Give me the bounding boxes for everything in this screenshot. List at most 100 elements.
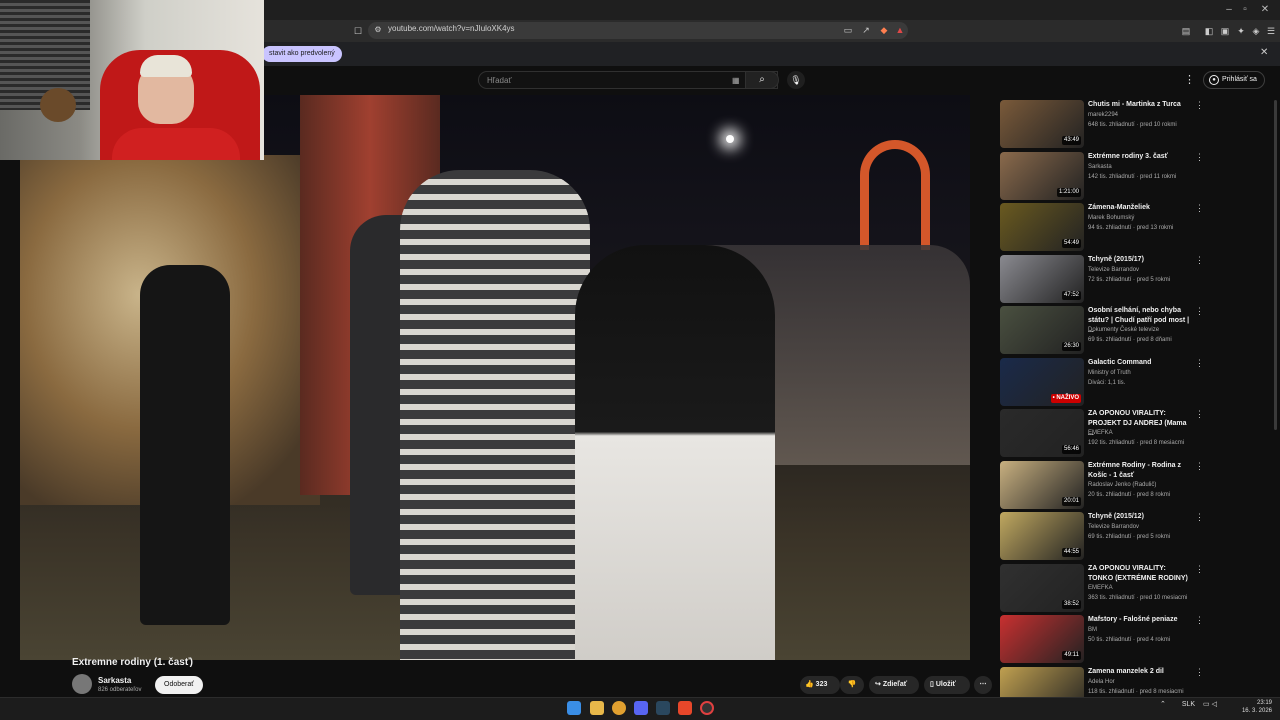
clock[interactable]: 23:19 16. 3. 2026 (1236, 699, 1272, 715)
recommendation-channel[interactable]: EMEFKA (1088, 584, 1113, 593)
discord-icon[interactable] (634, 701, 648, 715)
more-options-icon[interactable]: ⋮ (1195, 564, 1204, 574)
scrollbar-thumb[interactable] (1274, 100, 1277, 430)
close-infobar-icon[interactable]: ✕ (1260, 47, 1268, 58)
recommendation-channel[interactable]: BM (1088, 626, 1097, 635)
recommendation-item[interactable]: 47:52 Tchyně (2015/17) Televize Barrandov 7… (1000, 254, 1204, 303)
recommendation-thumbnail[interactable]: 56:46 (1000, 409, 1084, 457)
recommendation-channel[interactable]: Ministry of Truth (1088, 369, 1131, 378)
recommendation-item[interactable]: 56:46 ZA OPONOU VIRALITY: PROJEKT DJ ANDR… (1000, 409, 1204, 457)
more-options-icon[interactable]: ⋮ (1195, 306, 1204, 316)
share-page-icon[interactable]: ↗ (860, 24, 872, 36)
recommendation-thumbnail[interactable]: 47:52 (1000, 254, 1084, 303)
video-player[interactable] (20, 95, 970, 660)
recommendation-title[interactable]: Mafstory - Falošné peniaze (1088, 615, 1192, 625)
share-button[interactable]: ↪ Zdieľať (869, 676, 919, 694)
steam-icon[interactable] (656, 701, 670, 715)
recommendation-title[interactable]: Extrémne rodiny 3. časť (1088, 152, 1192, 162)
recommendation-title[interactable]: Galactic Command (1088, 358, 1192, 368)
recommendation-item[interactable]: 43:49 Chutis mi - Martinka z Turca marek22… (1000, 100, 1204, 148)
site-info-icon[interactable]: ⚙ (372, 24, 384, 36)
subscribe-button[interactable]: Odoberať (155, 676, 203, 694)
recommendation-channel[interactable]: Dokumenty České televize (1088, 326, 1159, 335)
more-options-icon[interactable]: ⋮ (1195, 203, 1204, 213)
recommendation-thumbnail[interactable]: 49:11 (1000, 615, 1084, 663)
recommendation-item[interactable]: 38:52 ZA OPONOU VIRALITY: TONKO (EXTRÉMNE… (1000, 563, 1204, 612)
close-window-icon[interactable]: ✕ (1258, 3, 1272, 17)
recommendation-channel[interactable]: Sarkasta (1088, 163, 1112, 172)
recommendation-title[interactable]: Zámena-Manželiek (1088, 203, 1192, 213)
recommendation-item[interactable]: 26:30 Osobní selhání, nebo chyba státu? |… (1000, 306, 1204, 354)
set-default-button[interactable]: stavit ako predvolený (262, 46, 342, 62)
like-button[interactable]: 👍 323 (800, 676, 840, 694)
recommendation-thumbnail[interactable]: 54:49 (1000, 203, 1084, 251)
reading-list-icon[interactable]: ▤ (1180, 25, 1192, 37)
more-actions-button[interactable]: ⋯ (974, 676, 992, 694)
recommendation-channel[interactable]: Marek Bohumský (1088, 214, 1134, 223)
recommendation-channel[interactable]: marek2294 (1088, 111, 1118, 120)
more-options-icon[interactable]: ⋮ (1195, 358, 1204, 368)
cast-icon[interactable]: ▭ (842, 24, 854, 36)
more-options-icon[interactable]: ⋮ (1195, 667, 1204, 677)
recommendation-channel[interactable]: Televize Barrandov (1088, 523, 1139, 532)
volume-icon[interactable]: ◁ (1212, 701, 1217, 708)
bookmark-icon[interactable]: ☐ (352, 25, 364, 37)
voice-search-button[interactable]: 🎙 (787, 71, 805, 89)
recommendation-thumbnail[interactable]: 1:21:00 (1000, 151, 1084, 200)
minimize-icon[interactable]: – (1222, 3, 1236, 17)
keyboard-icon[interactable]: ▦ (732, 76, 740, 85)
recommendation-item[interactable]: 20:01 Extrémne Rodiny - Rodina z Košíc - … (1000, 460, 1204, 509)
recommendation-item[interactable]: 44:55 Tchyně (2015/12) Televize Barrandov 6… (1000, 512, 1204, 560)
wallet-icon[interactable]: ▣ (1219, 25, 1231, 37)
sign-in-button[interactable]: ● Prihlásiť sa (1203, 71, 1265, 89)
more-options-icon[interactable]: ⋮ (1195, 512, 1204, 522)
url-box[interactable]: ⚙ youtube.com/watch?v=nJIuloXK4ys ▭ ↗ ◆ … (368, 22, 908, 39)
tray-chevron-icon[interactable]: ⌃ (1160, 701, 1166, 708)
channel-avatar[interactable] (72, 674, 92, 694)
recommendation-channel[interactable]: Televize Barrandov (1088, 266, 1139, 275)
maximize-icon[interactable]: ▫ (1238, 3, 1252, 17)
recommendation-title[interactable]: Extrémne Rodiny - Rodina z Košíc - 1 čas… (1088, 461, 1192, 481)
more-options-icon[interactable]: ⋮ (1195, 461, 1204, 471)
more-options-icon[interactable]: ⋮ (1195, 409, 1204, 419)
search-input[interactable]: Hľadať ▦ (478, 71, 778, 89)
vpn-icon[interactable]: ◈ (1250, 25, 1262, 37)
language-indicator[interactable]: SLK (1182, 701, 1195, 708)
more-options-icon[interactable]: ⋮ (1195, 615, 1204, 625)
recommendation-thumbnail[interactable]: 44:55 (1000, 512, 1084, 560)
recommendation-channel[interactable]: EMEFKA (1088, 429, 1113, 438)
recommendation-item[interactable]: 54:49 Zámena-Manželiek Marek Bohumský 94 ti… (1000, 203, 1204, 251)
recommendation-title[interactable]: Tchyně (2015/12) (1088, 512, 1192, 522)
dislike-button[interactable]: 👎 (840, 676, 864, 694)
recommendation-thumbnail[interactable]: 20:01 (1000, 460, 1084, 509)
recommendation-thumbnail[interactable]: 26:30 (1000, 306, 1084, 354)
network-icon[interactable]: ▭ (1203, 701, 1210, 708)
brave-shield-icon[interactable]: ◆ (878, 24, 890, 36)
chrome-icon[interactable] (612, 701, 626, 715)
extension-icon[interactable]: ✦ (1235, 25, 1247, 37)
recommendation-item[interactable]: • NAŽIVO Galactic Command Ministry of Trut… (1000, 357, 1204, 406)
recommendation-title[interactable]: Chutis mi - Martinka z Turca (1088, 100, 1192, 110)
more-options-icon[interactable]: ⋮ (1195, 152, 1204, 162)
settings-more-icon[interactable]: ⋮ (1184, 73, 1195, 86)
start-icon[interactable] (567, 701, 581, 715)
recommendation-channel[interactable]: Adela Hor (1088, 678, 1115, 687)
search-button[interactable]: ⌕ (745, 71, 779, 89)
recommendation-title[interactable]: Tchyně (2015/17) (1088, 255, 1192, 265)
channel-name[interactable]: Sarkasta (98, 676, 131, 685)
more-options-icon[interactable]: ⋮ (1195, 100, 1204, 110)
more-options-icon[interactable]: ⋮ (1195, 255, 1204, 265)
file-explorer-icon[interactable] (590, 701, 604, 715)
recommendation-title[interactable]: ZA OPONOU VIRALITY: TONKO (EXTRÉMNE RODI… (1088, 564, 1192, 584)
recommendation-thumbnail[interactable]: 38:52 (1000, 563, 1084, 612)
recommendation-item[interactable]: 49:11 Mafstory - Falošné peniaze BM 50 tis.… (1000, 615, 1204, 663)
rewards-icon[interactable]: ▲ (894, 24, 906, 36)
obs-icon[interactable] (700, 701, 714, 715)
menu-icon[interactable]: ☰ (1265, 25, 1277, 37)
recommendation-thumbnail[interactable]: • NAŽIVO (1000, 357, 1084, 406)
recommendation-thumbnail[interactable]: 43:49 (1000, 100, 1084, 148)
recommendation-title[interactable]: Zamena manzelek 2 dil (1088, 667, 1192, 677)
save-button[interactable]: ▯ Uložiť (924, 676, 970, 694)
sidebar-icon[interactable]: ◧ (1203, 25, 1215, 37)
recommendation-channel[interactable]: Radoslav Jenko (Radulič) (1088, 481, 1156, 490)
